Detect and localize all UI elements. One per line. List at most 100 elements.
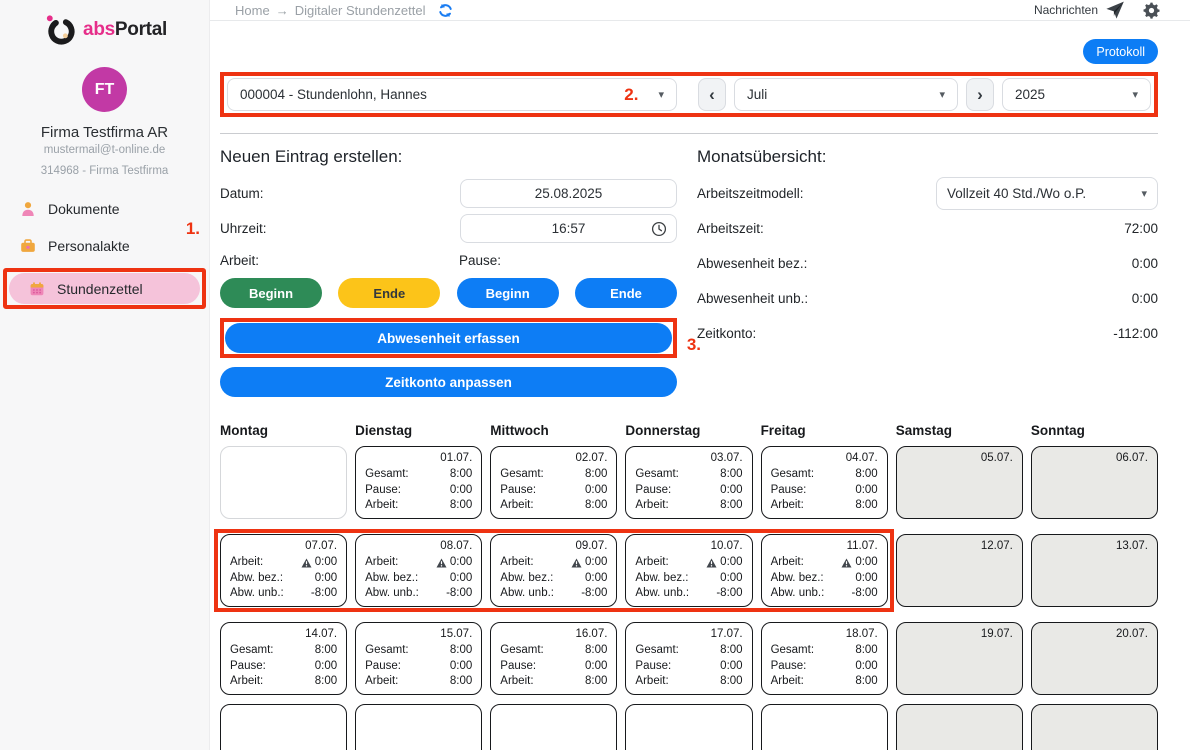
absence-button[interactable]: Abwesenheit erfassen — [225, 323, 672, 353]
chevron-down-icon: ▾ — [1124, 88, 1138, 101]
sidebar-item-stundenzettel[interactable]: Stundenzettel — [9, 273, 200, 304]
overview-label: Abwesenheit bez.: — [697, 256, 807, 271]
calendar-day-cell[interactable] — [220, 446, 347, 519]
calendar-day-cell[interactable]: 06.07. — [1031, 446, 1158, 519]
cell-label: Pause: — [365, 483, 401, 499]
gear-icon[interactable] — [1143, 2, 1160, 19]
calendar-day-cell[interactable]: 07.07.Arbeit:0:00Abw. bez.:0:00Abw. unb.… — [220, 534, 347, 607]
calendar-day-cell[interactable]: 15.07.Gesamt:8:00Pause:0:00Arbeit:8:00 — [355, 622, 482, 695]
timebank-button[interactable]: Zeitkonto anpassen — [220, 367, 677, 397]
sidebar-item-personalakte[interactable]: Personalakte — [0, 231, 209, 260]
overview-row: Arbeitszeitmodell:Vollzeit 40 Std./Wo o.… — [697, 179, 1158, 208]
cell-row: Abw. bez.:0:00 — [771, 571, 878, 587]
cell-label: Gesamt: — [771, 467, 814, 483]
worktime-model-select[interactable]: Vollzeit 40 Std./Wo o.P.▾ — [936, 177, 1158, 210]
sidebar-item-dokumente[interactable]: Dokumente — [0, 194, 209, 223]
calendar-day-cell[interactable] — [625, 704, 752, 750]
calendar-day-cell[interactable]: 04.07.Gesamt:8:00Pause:0:00Arbeit:8:00 — [761, 446, 888, 519]
time-input[interactable]: 16:57 — [460, 214, 677, 243]
next-month-button[interactable]: › — [966, 78, 994, 111]
work-begin-button[interactable]: Beginn — [220, 278, 322, 308]
overview-value: -112:00 — [1113, 326, 1158, 341]
cell-row: Abw. unb.:-8:00 — [635, 586, 742, 602]
calendar-day-cell[interactable]: 13.07. — [1031, 534, 1158, 607]
protokoll-button[interactable]: Protokoll — [1083, 39, 1158, 64]
cell-label: Abw. unb.: — [500, 586, 554, 602]
cell-value: -8:00 — [446, 586, 472, 602]
day-header: Montag — [220, 423, 347, 438]
cell-label: Pause: — [771, 483, 807, 499]
calendar-week-row: 01.07.Gesamt:8:00Pause:0:00Arbeit:8:0002… — [220, 446, 1158, 519]
warning-icon — [301, 558, 312, 568]
breadcrumb: Home → Digitaler Stundenzettel — [235, 3, 453, 18]
cell-label: Abw. bez.: — [230, 571, 283, 587]
cell-label: Gesamt: — [500, 643, 543, 659]
cell-label: Abw. bez.: — [365, 571, 418, 587]
calendar-day-cell[interactable]: 01.07.Gesamt:8:00Pause:0:00Arbeit:8:00 — [355, 446, 482, 519]
cell-row: Arbeit:0:00 — [771, 555, 878, 571]
calendar-day-cell[interactable]: 20.07. — [1031, 622, 1158, 695]
content: Protokoll 000004 - Stundenlohn, Hannes 2… — [210, 21, 1190, 750]
cell-row: Arbeit:8:00 — [230, 674, 337, 690]
cell-value: 0:00 — [841, 555, 877, 571]
work-end-button[interactable]: Ende — [338, 278, 440, 308]
day-header: Sonntag — [1031, 423, 1158, 438]
cell-row: Arbeit:0:00 — [230, 555, 337, 571]
annotation-box-1: Stundenzettel — [3, 268, 206, 309]
refresh-icon[interactable] — [438, 3, 453, 18]
calendar-day-cell[interactable] — [490, 704, 617, 750]
calendar-day-cell[interactable]: 17.07.Gesamt:8:00Pause:0:00Arbeit:8:00 — [625, 622, 752, 695]
calendar-day-cell[interactable]: 12.07. — [896, 534, 1023, 607]
calendar-day-cell[interactable]: 10.07.Arbeit:0:00Abw. bez.:0:00Abw. unb.… — [625, 534, 752, 607]
breadcrumb-arrow: → — [276, 3, 289, 18]
calendar-day-cell[interactable]: 16.07.Gesamt:8:00Pause:0:00Arbeit:8:00 — [490, 622, 617, 695]
calendar-day-cell[interactable] — [1031, 704, 1158, 750]
calendar-day-cell[interactable]: 18.07.Gesamt:8:00Pause:0:00Arbeit:8:00 — [761, 622, 888, 695]
calendar-day-cell[interactable]: 05.07. — [896, 446, 1023, 519]
calendar-day-cell[interactable] — [761, 704, 888, 750]
calendar-day-cell[interactable]: 08.07.Arbeit:0:00Abw. bez.:0:00Abw. unb.… — [355, 534, 482, 607]
annotation-step-1: 1. — [186, 219, 200, 239]
calendar-day-cell[interactable]: 02.07.Gesamt:8:00Pause:0:00Arbeit:8:00 — [490, 446, 617, 519]
year-select[interactable]: 2025 ▾ — [1002, 78, 1151, 111]
calendar-day-cell[interactable] — [896, 704, 1023, 750]
cell-value: 0:00 — [855, 659, 877, 675]
pause-label: Pause: — [459, 253, 501, 270]
sidebar-item-label: Personalakte — [48, 238, 130, 254]
warning-icon — [571, 558, 582, 568]
cell-date: 19.07. — [906, 627, 1013, 641]
calendar-day-cell[interactable]: 03.07.Gesamt:8:00Pause:0:00Arbeit:8:00 — [625, 446, 752, 519]
cell-date: 06.07. — [1041, 451, 1148, 465]
date-input-value: 25.08.2025 — [535, 186, 603, 201]
month-select[interactable]: Juli ▾ — [734, 78, 958, 111]
cell-row: Gesamt:8:00 — [365, 467, 472, 483]
topbar-right: Nachrichten — [1034, 0, 1160, 20]
calendar-day-cell[interactable] — [220, 704, 347, 750]
calendar-day-cell[interactable]: 09.07.Arbeit:0:00Abw. bez.:0:00Abw. unb.… — [490, 534, 617, 607]
cell-value: 0:00 — [855, 571, 877, 587]
breadcrumb-home[interactable]: Home — [235, 3, 270, 18]
pause-begin-button[interactable]: Beginn — [457, 278, 559, 308]
cell-value: -8:00 — [716, 586, 742, 602]
cell-value: 8:00 — [315, 643, 337, 659]
clock-icon[interactable] — [651, 221, 667, 237]
cell-label: Gesamt: — [635, 467, 678, 483]
cell-label: Gesamt: — [500, 467, 543, 483]
employee-select[interactable]: 000004 - Stundenlohn, Hannes 2. ▾ — [227, 78, 677, 111]
calendar-day-cell[interactable]: 14.07.Gesamt:8:00Pause:0:00Arbeit:8:00 — [220, 622, 347, 695]
prev-month-button[interactable]: ‹ — [698, 78, 726, 111]
cell-value: 8:00 — [855, 498, 877, 514]
cell-date: 18.07. — [771, 627, 878, 641]
messages-button[interactable]: Nachrichten — [1034, 0, 1125, 20]
calendar-day-cell[interactable]: 11.07.Arbeit:0:00Abw. bez.:0:00Abw. unb.… — [761, 534, 888, 607]
overview-label: Abwesenheit unb.: — [697, 291, 808, 306]
date-input[interactable]: 25.08.2025 — [460, 179, 677, 208]
calendar-day-cell[interactable] — [355, 704, 482, 750]
calendar-day-cell[interactable]: 19.07. — [896, 622, 1023, 695]
cell-label: Gesamt: — [771, 643, 814, 659]
cell-row: Arbeit:8:00 — [635, 498, 742, 514]
cell-label: Gesamt: — [365, 643, 408, 659]
pause-end-button[interactable]: Ende — [575, 278, 677, 308]
protokoll-row: Protokoll — [220, 39, 1158, 64]
warning-icon — [436, 558, 447, 568]
